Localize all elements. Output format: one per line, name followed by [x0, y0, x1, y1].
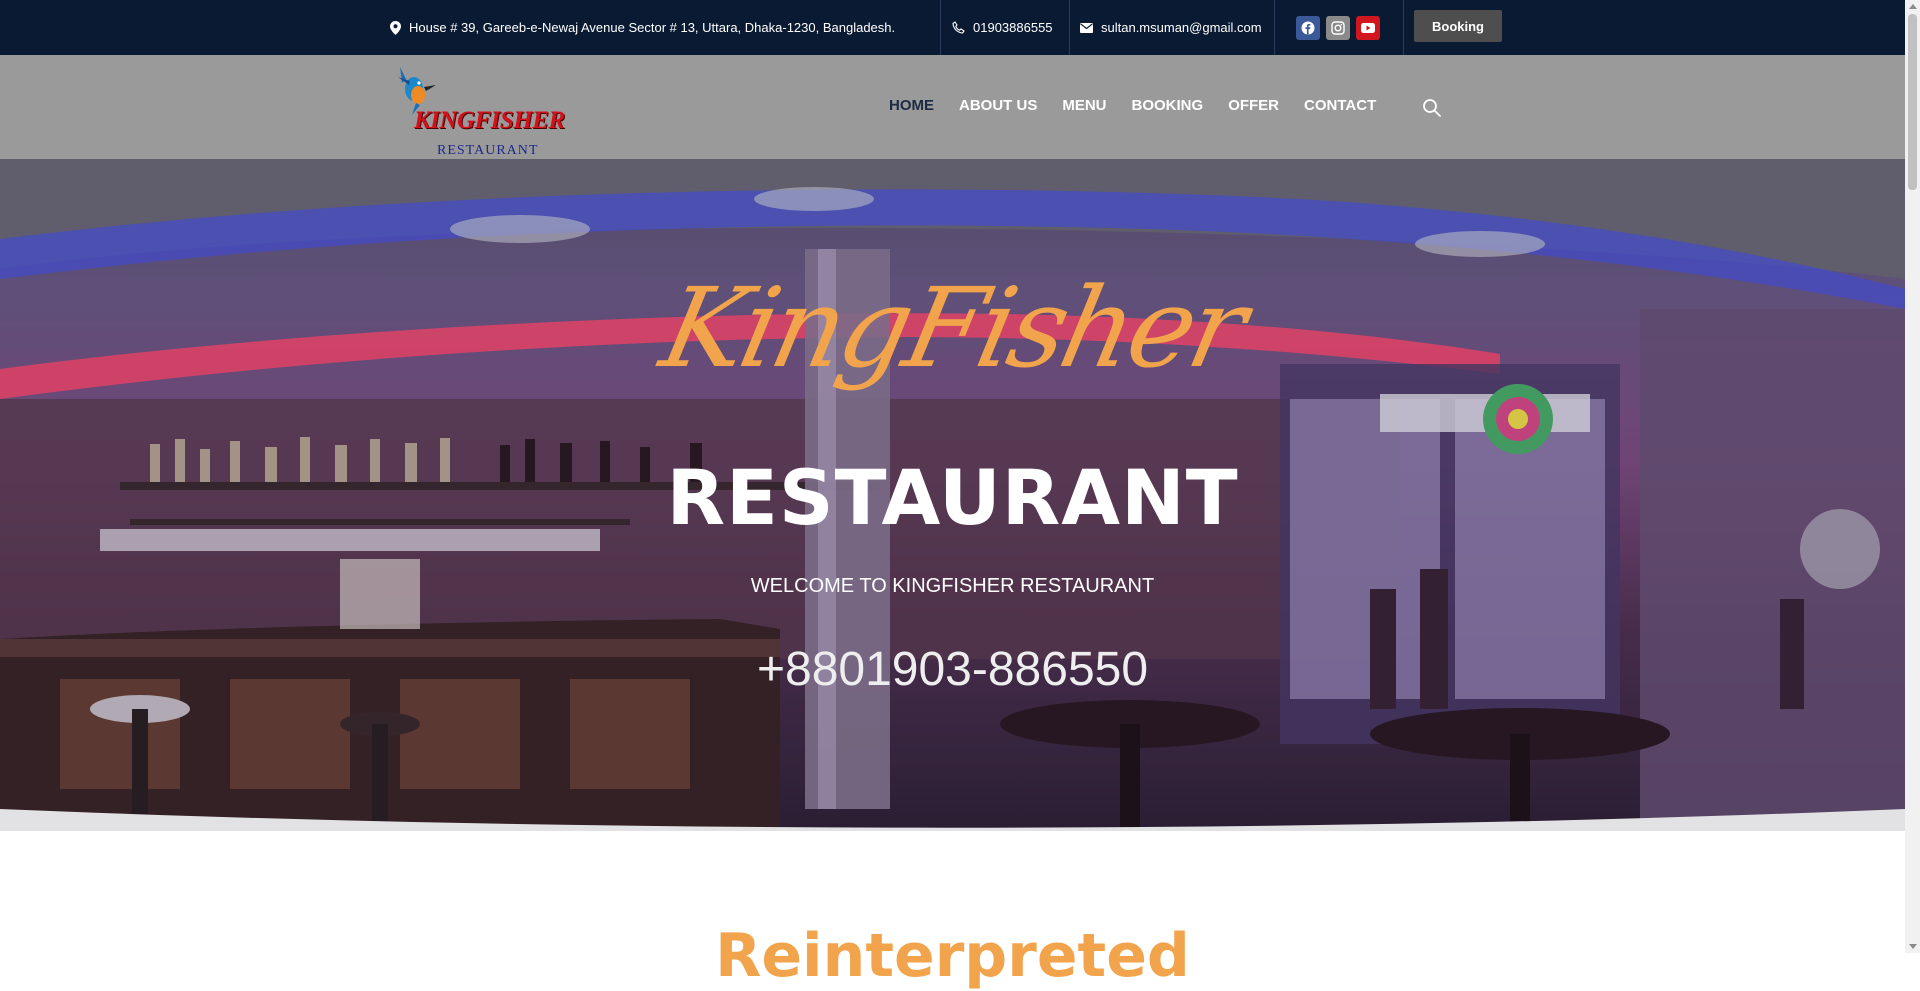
logo-wordmark: KINGFISHER: [414, 107, 565, 134]
nav-contact[interactable]: CONTACT: [1304, 98, 1376, 113]
hero-title: RESTAURANT: [666, 453, 1239, 542]
address-text: House # 39, Gareeb-e-Newaj Avenue Sector…: [409, 20, 896, 35]
nav-booking[interactable]: BOOKING: [1132, 98, 1204, 113]
nav-about-us[interactable]: ABOUT US: [959, 98, 1037, 113]
search-icon[interactable]: [1422, 98, 1442, 118]
email-item[interactable]: sultan.msuman@gmail.com: [1080, 0, 1262, 55]
logo-subtitle: RESTAURANT: [437, 143, 539, 158]
main-menu: HOME ABOUT US MENU BOOKING OFFER CONTACT: [889, 55, 1401, 155]
page-scrollbar[interactable]: [1905, 0, 1920, 953]
scroll-down-arrow-icon[interactable]: [1909, 944, 1917, 949]
email-text: sultan.msuman@gmail.com: [1101, 20, 1262, 35]
section-title: Reinterpreted: [715, 921, 1190, 991]
hero-banner: KingFisher RESTAURANT WELCOME TO KINGFIS…: [0, 159, 1905, 831]
youtube-icon[interactable]: [1356, 15, 1380, 40]
social-links: [1296, 0, 1380, 55]
site-logo[interactable]: KINGFISHER RESTAURANT: [396, 65, 566, 158]
topbar-divider: [1403, 0, 1404, 55]
topbar-divider: [1069, 0, 1070, 55]
topbar-divider: [1274, 0, 1275, 55]
facebook-icon[interactable]: [1296, 15, 1320, 40]
nav-offer[interactable]: OFFER: [1228, 98, 1279, 113]
top-contact-bar: House # 39, Gareeb-e-Newaj Avenue Sector…: [0, 0, 1905, 55]
address-item: House # 39, Gareeb-e-Newaj Avenue Sector…: [390, 0, 895, 55]
main-navbar: KINGFISHER RESTAURANT HOME ABOUT US MENU…: [0, 55, 1905, 159]
booking-button[interactable]: Booking: [1414, 10, 1502, 42]
phone-icon: [952, 21, 965, 34]
envelope-icon: [1080, 22, 1093, 33]
nav-home[interactable]: HOME: [889, 98, 934, 113]
nav-menu[interactable]: MENU: [1062, 98, 1106, 113]
location-pin-icon: [390, 20, 401, 35]
hero-subtitle: WELCOME TO KINGFISHER RESTAURANT: [750, 575, 1155, 597]
phone-text: 01903886555: [973, 20, 1053, 35]
phone-item[interactable]: 01903886555: [952, 0, 1053, 55]
scrollbar-thumb[interactable]: [1908, 14, 1917, 190]
scroll-up-arrow-icon[interactable]: [1909, 4, 1917, 9]
instagram-icon[interactable]: [1326, 15, 1350, 40]
hero-script-title: KingFisher: [651, 264, 1254, 392]
topbar-divider: [940, 0, 941, 55]
hero-phone-number[interactable]: +8801903-886550: [0, 646, 1905, 694]
